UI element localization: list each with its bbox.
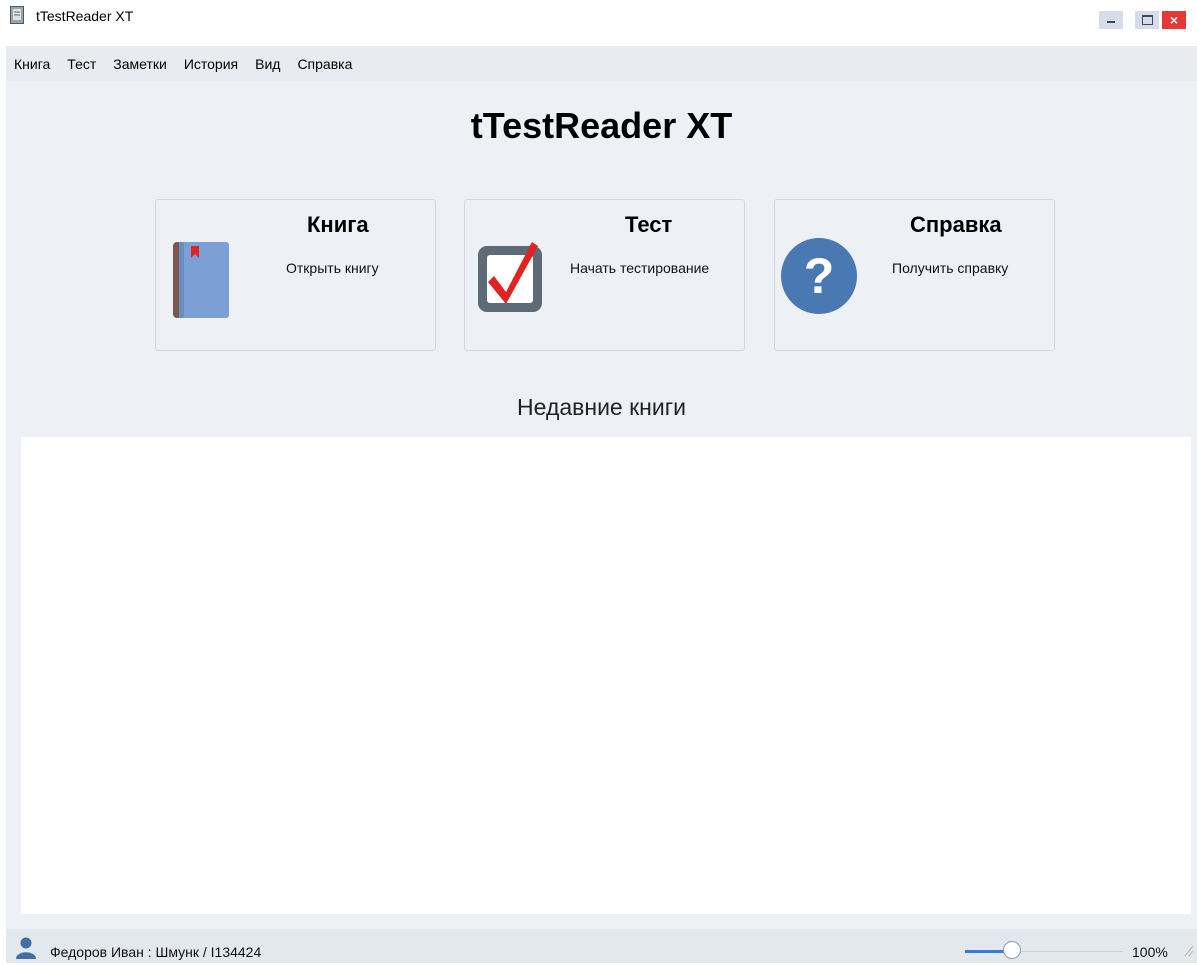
- menu-book[interactable]: Книга: [14, 56, 50, 72]
- title-bar: tTestReader XT ×: [0, 0, 1197, 46]
- menu-history[interactable]: История: [184, 56, 238, 72]
- main-content: tTestReader XT Книга Открыть книгу Тест …: [6, 81, 1197, 929]
- menu-view[interactable]: Вид: [255, 56, 280, 72]
- book-app-icon: [10, 6, 24, 24]
- user-icon: [16, 937, 36, 959]
- maximize-button[interactable]: [1135, 11, 1159, 29]
- svg-text:?: ?: [804, 248, 835, 304]
- card-description: Начать тестирование: [570, 260, 710, 276]
- menu-bar: Книга Тест Заметки История Вид Справка: [6, 46, 1197, 81]
- close-icon: ×: [1169, 12, 1179, 28]
- minimize-button[interactable]: [1099, 11, 1123, 29]
- close-button[interactable]: ×: [1162, 11, 1186, 29]
- question-mark-icon: ?: [781, 238, 857, 314]
- book-icon: [173, 242, 229, 318]
- help-card[interactable]: ? Справка Получить справку: [774, 199, 1055, 351]
- card-description: Открыть книгу: [286, 260, 379, 276]
- checkbox-check-icon: [478, 242, 542, 312]
- maximize-icon: [1141, 15, 1153, 25]
- window-title: tTestReader XT: [36, 8, 134, 24]
- card-title: Книга: [307, 212, 369, 237]
- zoom-slider[interactable]: [965, 941, 1123, 965]
- open-book-card[interactable]: Книга Открыть книгу: [155, 199, 436, 351]
- menu-notes[interactable]: Заметки: [113, 56, 167, 72]
- zoom-value: 100%: [1132, 944, 1168, 960]
- start-test-card[interactable]: Тест Начать тестирование: [464, 199, 745, 351]
- app-heading: tTestReader XT: [470, 105, 733, 146]
- card-title: Тест: [625, 212, 673, 237]
- status-user-text: Федоров Иван : Шмунк / I134424: [50, 944, 262, 960]
- menu-help[interactable]: Справка: [297, 56, 352, 72]
- status-bar: Федоров Иван : Шмунк / I134424 100%: [6, 929, 1197, 963]
- card-description: Получить справку: [892, 260, 1009, 276]
- zoom-thumb[interactable]: [1003, 941, 1022, 959]
- menu-test[interactable]: Тест: [67, 56, 96, 72]
- recent-books-heading: Недавние книги: [517, 394, 686, 420]
- recent-books-list[interactable]: [21, 437, 1191, 914]
- card-title: Справка: [910, 212, 1002, 237]
- resize-grip-icon[interactable]: [1182, 943, 1194, 957]
- minimize-icon: [1107, 21, 1115, 23]
